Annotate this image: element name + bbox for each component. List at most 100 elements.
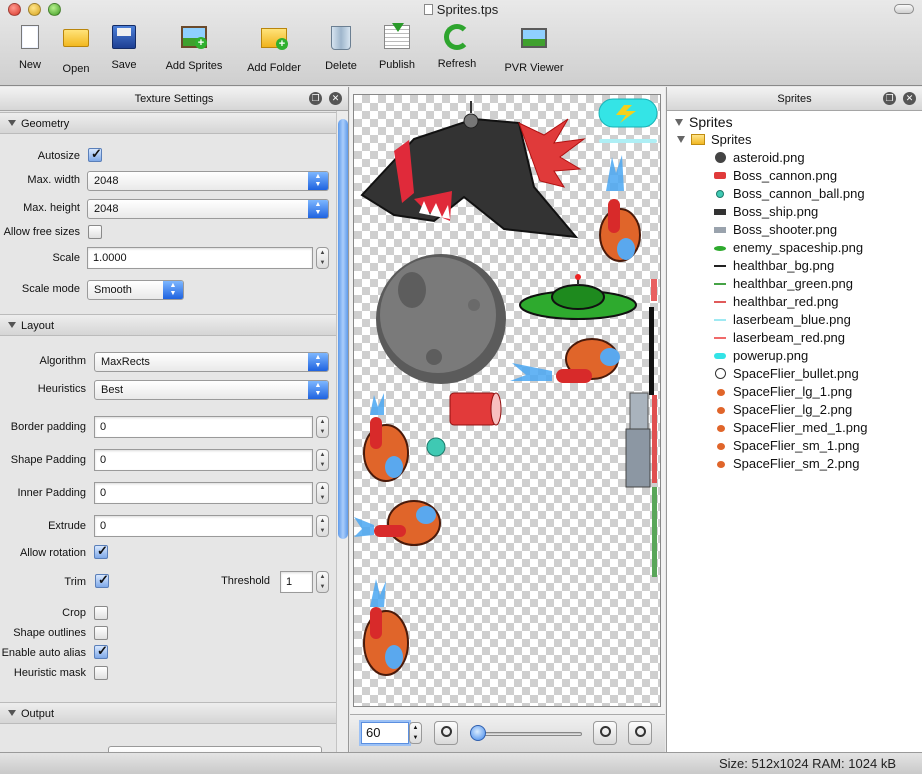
tree-folder-item[interactable]: Sprites: [667, 131, 922, 149]
sprite-file-item[interactable]: SpaceFlier_bullet.png: [667, 365, 922, 383]
allow-rotation-checkbox[interactable]: [94, 543, 108, 559]
heuristics-select[interactable]: Best ▲ ▼: [94, 380, 329, 400]
new-button[interactable]: New: [12, 22, 48, 78]
allow-rotation-label: Allow rotation: [19, 547, 86, 559]
detach-panel-icon[interactable]: ❐: [883, 92, 896, 105]
disclosure-triangle-icon[interactable]: [677, 136, 685, 143]
sprite-file-item[interactable]: SpaceFlier_lg_2.png: [667, 401, 922, 419]
sprite-file-item[interactable]: Boss_ship.png: [667, 203, 922, 221]
sprite-file-item[interactable]: healthbar_red.png: [667, 293, 922, 311]
sprite-file-item[interactable]: SpaceFlier_med_1.png: [667, 419, 922, 437]
sprite-file-item[interactable]: enemy_spaceship.png: [667, 239, 922, 257]
scale-mode-select[interactable]: Smooth ▲ ▼: [87, 280, 184, 300]
zoom-slider-knob[interactable]: [470, 725, 486, 741]
sprite-file-name: healthbar_bg.png: [733, 258, 835, 273]
healthbar-bg-sprite: [649, 307, 654, 395]
inner-padding-stepper[interactable]: ▲ ▼: [316, 482, 329, 504]
texture-settings-panel: Texture Settings ❐ ✕ Geometry Autosize M…: [0, 87, 349, 752]
sprite-file-item[interactable]: Boss_cannon_ball.png: [667, 185, 922, 203]
extrude-input[interactable]: 0: [94, 515, 313, 537]
scale-stepper[interactable]: ▲ ▼: [316, 247, 329, 269]
trim-checkbox[interactable]: [95, 572, 109, 588]
sprite-file-item[interactable]: laserbeam_red.png: [667, 329, 922, 347]
close-panel-icon[interactable]: ✕: [329, 92, 342, 105]
zoom-slider-track[interactable]: [472, 732, 582, 736]
spaceflier-sm-2-sprite: [363, 579, 409, 676]
auto-alias-checkbox[interactable]: [94, 643, 108, 659]
sprite-file-item[interactable]: healthbar_green.png: [667, 275, 922, 293]
texture-settings-title: Texture Settings: [134, 93, 214, 105]
healthbar-green-sprite: [652, 487, 657, 577]
heuristics-label: Heuristics: [37, 383, 86, 395]
sprite-file-item[interactable]: laserbeam_blue.png: [667, 311, 922, 329]
detach-panel-icon[interactable]: ❐: [309, 92, 322, 105]
algorithm-select[interactable]: MaxRects ▲ ▼: [94, 352, 329, 372]
pvr-viewer-button[interactable]: PVR Viewer: [500, 22, 568, 78]
open-button[interactable]: Open: [56, 22, 96, 78]
sprites-panel-title: Sprites: [777, 93, 812, 105]
shape-padding-input[interactable]: 0: [94, 449, 313, 471]
shape-padding-label: Shape Padding: [10, 454, 86, 466]
layout-section-header[interactable]: Layout: [0, 314, 336, 336]
sprite-file-item[interactable]: healthbar_bg.png: [667, 257, 922, 275]
output-section-header[interactable]: Output: [0, 702, 336, 724]
sprite-file-item[interactable]: SpaceFlier_sm_2.png: [667, 455, 922, 473]
scale-value: 1.0000: [93, 252, 127, 264]
sprite-file-name: asteroid.png: [733, 150, 805, 165]
sprite-file-name: laserbeam_blue.png: [733, 312, 851, 327]
sprite-file-item[interactable]: powerup.png: [667, 347, 922, 365]
extrude-label: Extrude: [48, 520, 86, 532]
scale-input[interactable]: 1.0000: [87, 247, 313, 269]
allow-free-sizes-checkbox[interactable]: [88, 225, 102, 239]
threshold-value: 1: [286, 576, 293, 588]
sprite-file-item[interactable]: SpaceFlier_sm_1.png: [667, 437, 922, 455]
crop-checkbox[interactable]: [94, 606, 108, 620]
sprite-file-item[interactable]: asteroid.png: [667, 149, 922, 167]
tree-root-item[interactable]: Sprites: [667, 113, 922, 131]
sprite-file-item[interactable]: Boss_shooter.png: [667, 221, 922, 239]
zoom-in-button[interactable]: [593, 721, 617, 745]
add-sprites-button[interactable]: + Add Sprites: [158, 22, 230, 78]
zoom-100-button[interactable]: [628, 721, 652, 745]
geometry-section-header[interactable]: Geometry: [0, 112, 336, 134]
add-folder-button[interactable]: + Add Folder: [240, 22, 308, 78]
shape-outlines-checkbox[interactable]: [94, 626, 108, 640]
sprite-file-name: SpaceFlier_lg_2.png: [733, 402, 853, 417]
collapse-triangle-icon: [8, 120, 16, 126]
border-padding-input[interactable]: 0: [94, 416, 313, 438]
sprite-file-list: asteroid.png Boss_cannon.png Boss_cannon_b…: [667, 149, 922, 473]
autosize-checkbox[interactable]: [88, 146, 102, 162]
close-panel-icon[interactable]: ✕: [903, 92, 916, 105]
toolbar-toggle-button[interactable]: [894, 4, 914, 14]
sprite-file-name: Boss_shooter.png: [733, 222, 838, 237]
refresh-icon: [444, 24, 470, 50]
sprite-file-item[interactable]: SpaceFlier_lg_1.png: [667, 383, 922, 401]
auto-alias-label: Enable auto alias: [1, 647, 86, 659]
zoom-input[interactable]: 60: [361, 722, 409, 744]
save-button[interactable]: Save: [104, 22, 144, 78]
publish-label: Publish: [378, 59, 416, 71]
max-height-select[interactable]: 2048 ▲ ▼: [87, 199, 329, 219]
shape-padding-stepper[interactable]: ▲ ▼: [316, 449, 329, 471]
spaceflier-sm-1-sprite: [354, 500, 441, 546]
max-width-select[interactable]: 2048 ▲ ▼: [87, 171, 329, 191]
sprite-sheet-canvas[interactable]: [353, 94, 661, 707]
sprite-file-item[interactable]: Boss_cannon.png: [667, 167, 922, 185]
delete-button[interactable]: Delete: [320, 22, 362, 78]
settings-scroll-thumb[interactable]: [338, 119, 348, 539]
inner-padding-value: 0: [100, 487, 107, 499]
extrude-stepper[interactable]: ▲ ▼: [316, 515, 329, 537]
disclosure-triangle-icon[interactable]: [675, 119, 683, 126]
inner-padding-label: Inner Padding: [17, 487, 87, 499]
settings-scrollbar[interactable]: [336, 111, 348, 752]
threshold-stepper[interactable]: ▲ ▼: [316, 571, 329, 593]
select-arrows-icon: ▲ ▼: [308, 172, 328, 190]
zoom-out-button[interactable]: [434, 721, 458, 745]
threshold-input[interactable]: 1: [280, 571, 313, 593]
zoom-stepper[interactable]: ▲ ▼: [409, 722, 422, 744]
heuristic-mask-checkbox[interactable]: [94, 666, 108, 680]
inner-padding-input[interactable]: 0: [94, 482, 313, 504]
border-padding-stepper[interactable]: ▲ ▼: [316, 416, 329, 438]
publish-button[interactable]: Publish: [374, 22, 420, 78]
refresh-button[interactable]: Refresh: [434, 22, 480, 78]
